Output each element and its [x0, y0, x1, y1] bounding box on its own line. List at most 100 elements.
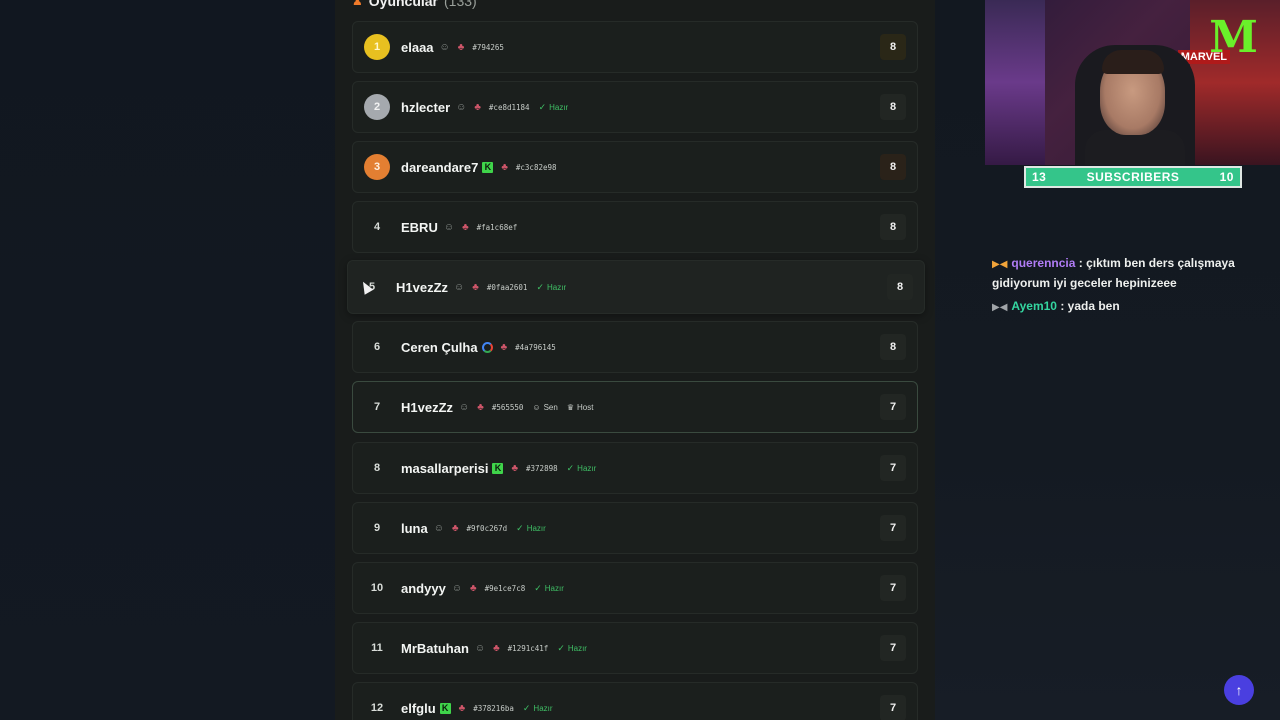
self-label: Sen: [543, 402, 558, 412]
player-id: #9f0c267d: [466, 523, 508, 533]
subscribers-label: SUBSCRIBERS: [1086, 170, 1180, 184]
player-rank: 8: [373, 462, 381, 474]
subscribers-left: 13: [1032, 170, 1047, 184]
player-row[interactable]: 5 H1vezZz ☺ ♣ #0faa2601 ✓ Hazır 8: [347, 260, 925, 314]
player-rank: 6: [373, 341, 381, 353]
host-tag: ♛ Host: [567, 403, 594, 412]
player-id: #4a796145: [515, 342, 556, 352]
host-label: Host: [577, 402, 594, 412]
player-rank: 10: [370, 582, 384, 594]
player-name: Ceren Çulha: [401, 339, 478, 355]
player-name: H1vezZz: [401, 399, 454, 415]
player-row[interactable]: 4 EBRU ☺ ♣ #fa1c68ef 8: [352, 201, 918, 253]
player-id: #fa1c68ef: [476, 222, 518, 232]
scroll-top-button[interactable]: ↑: [1224, 675, 1254, 705]
players-count: (133): [444, 0, 477, 9]
ready-label: Hazır: [544, 583, 564, 593]
ready-status: ✓ Hazır: [536, 282, 566, 293]
ready-status: ✓ Hazır: [557, 643, 587, 654]
add-friend-icon[interactable]: ♣: [462, 222, 469, 233]
player-row[interactable]: 8 masallarperisi K ♣ #372898 ✓ Hazır 7: [352, 442, 918, 494]
chat-message: ▶◀ querenncia : çıktım ben ders çalışmaya…: [992, 254, 1242, 293]
player-row[interactable]: 7 H1vezZz ☺ ♣ #565550 ☺ Sen ♛ Host 7: [352, 381, 918, 433]
player-id: #794265: [472, 42, 504, 52]
ready-label: Hazır: [549, 102, 569, 112]
kick-badge-icon: ▶◀: [992, 259, 1008, 270]
player-id: #0faa2601: [486, 282, 528, 292]
user-icon: ☺: [459, 401, 470, 413]
check-circle-icon: ✓: [536, 281, 544, 292]
player-rank: 7: [373, 401, 381, 413]
user-icon: ☺: [433, 522, 444, 534]
player-score: 7: [880, 695, 906, 720]
ready-status: ✓ Hazır: [534, 583, 564, 594]
player-name: andyyy: [401, 580, 446, 596]
ready-label: Hazır: [577, 463, 597, 473]
streamer-webcam: MARVEL M: [985, 0, 1280, 165]
webcam-person-hair: [1102, 50, 1164, 74]
player-id: #1291c41f: [507, 643, 549, 653]
user-icon: ☺: [443, 221, 455, 233]
users-icon: ♟: [352, 0, 363, 8]
add-friend-icon[interactable]: ♣: [501, 162, 508, 173]
ready-label: Hazır: [533, 703, 553, 713]
player-id: #ce8d1184: [488, 102, 530, 112]
kick-icon: K: [439, 702, 451, 714]
player-score: 8: [880, 214, 906, 240]
add-friend-icon[interactable]: ♣: [452, 523, 459, 534]
player-id: #372898: [526, 463, 558, 473]
player-score: 8: [887, 274, 913, 300]
add-friend-icon[interactable]: ♣: [493, 643, 500, 654]
add-friend-icon[interactable]: ♣: [459, 703, 466, 714]
chat-text: : yada ben: [1060, 299, 1120, 313]
subscribers-right: 10: [1219, 170, 1234, 184]
player-row[interactable]: 9 luna ☺ ♣ #9f0c267d ✓ Hazır 7: [352, 502, 918, 554]
player-rank: 3: [364, 154, 390, 180]
player-name: EBRU: [401, 219, 438, 235]
player-score: 7: [880, 515, 906, 541]
player-name: dareandare7: [401, 159, 479, 175]
player-name: masallarperisi: [401, 460, 489, 476]
add-friend-icon[interactable]: ♣: [470, 583, 477, 594]
player-row[interactable]: 12 elfglu K ♣ #378216ba ✓ Hazır 7: [352, 682, 918, 720]
player-score: 8: [880, 154, 906, 180]
players-header: ♟ Oyuncular (133): [352, 0, 477, 10]
user-icon: ☺: [439, 41, 450, 53]
player-score: 8: [880, 334, 906, 360]
player-row[interactable]: 6 Ceren Çulha ♣ #4a796145 8: [352, 321, 918, 373]
player-score: 8: [880, 34, 906, 60]
player-rank: 9: [373, 522, 381, 534]
add-friend-icon[interactable]: ♣: [474, 102, 481, 113]
player-score: 7: [880, 455, 906, 481]
player-score: 8: [880, 94, 906, 120]
google-icon: [481, 341, 493, 353]
crown-icon: ♛: [566, 402, 574, 412]
page-background-left: [0, 0, 335, 720]
player-score: 7: [880, 575, 906, 601]
check-circle-icon: ✓: [522, 702, 531, 713]
kick-icon: K: [482, 161, 494, 173]
add-friend-icon[interactable]: ♣: [477, 402, 484, 413]
player-rank: 4: [373, 221, 381, 233]
ready-label: Hazır: [526, 523, 546, 533]
check-circle-icon: ✓: [557, 642, 565, 653]
self-tag: ☺ Sen: [532, 403, 557, 412]
add-friend-icon[interactable]: ♣: [472, 282, 479, 293]
add-friend-icon[interactable]: ♣: [501, 342, 508, 353]
add-friend-icon[interactable]: ♣: [511, 463, 518, 474]
player-row[interactable]: 11 MrBatuhan ☺ ♣ #1291c41f ✓ Hazır 7: [352, 622, 918, 674]
add-friend-icon[interactable]: ♣: [458, 42, 465, 53]
player-row[interactable]: 10 andyyy ☺ ♣ #9e1ce7c8 ✓ Hazır 7: [352, 562, 918, 614]
player-rank: 1: [364, 34, 390, 60]
player-row[interactable]: 3 dareandare7 K ♣ #c3c82e98 8: [352, 141, 918, 193]
player-name: elaaa: [401, 39, 434, 55]
player-row[interactable]: 1 elaaa ☺ ♣ #794265 8: [352, 21, 918, 73]
player-id: #378216ba: [473, 703, 514, 713]
webcam-shelf-left: [985, 0, 1045, 165]
user-icon: ☺: [454, 281, 465, 293]
player-row[interactable]: 2 hzlecter ☺ ♣ #ce8d1184 ✓ Hazır 8: [352, 81, 918, 133]
check-circle-icon: ✓: [516, 522, 524, 533]
user-icon: ☺: [474, 642, 486, 654]
player-id: #9e1ce7c8: [484, 583, 526, 593]
stream-chat: ▶◀ querenncia : çıktım ben ders çalışmaya…: [992, 254, 1242, 321]
